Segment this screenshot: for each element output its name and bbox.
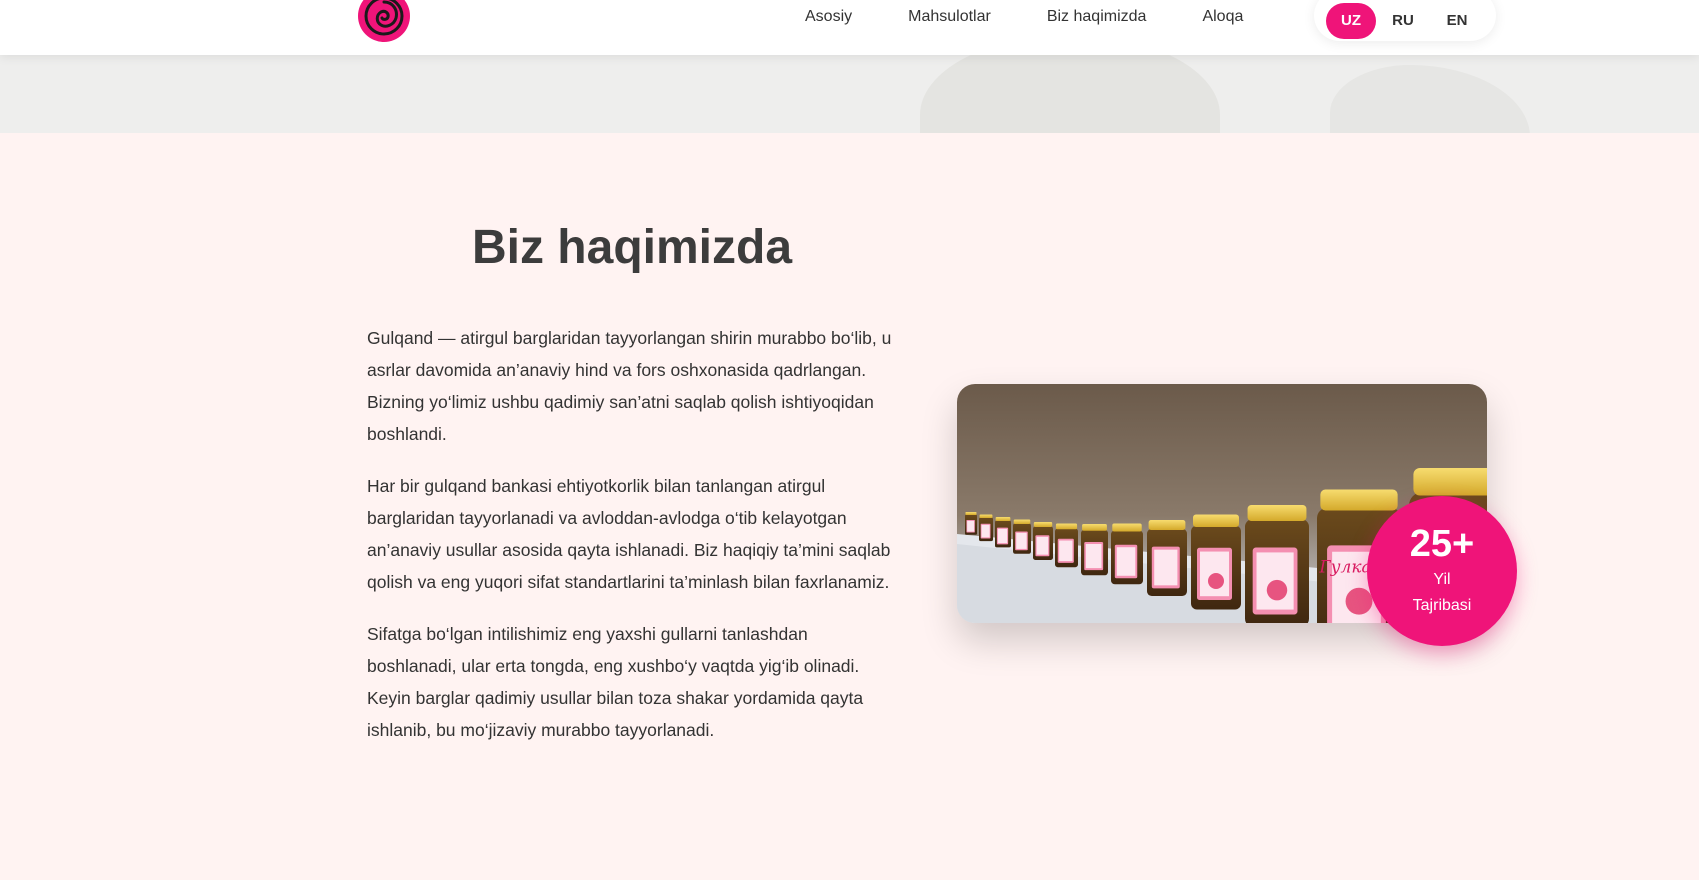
rose-logo-icon[interactable]: [358, 0, 410, 42]
nav-link-asosiy[interactable]: Asosiy: [805, 8, 852, 26]
badge-label-line1: Yil: [1433, 571, 1451, 588]
about-text: Gulqand — atirgul barglaridan tayyorlang…: [367, 322, 897, 766]
site-header: Asosiy Mahsulotlar Biz haqimizda Aloqa U…: [0, 0, 1699, 55]
nav-link-biz-haqimizda[interactable]: Biz haqimizda: [1047, 8, 1147, 26]
badge-label: Yil Tajribasi: [1413, 567, 1472, 619]
rose-icon: [1345, 587, 1373, 615]
about-paragraph: Gulqand — atirgul barglaridan tayyorlang…: [367, 328, 892, 444]
hero-decoration: [1330, 65, 1530, 133]
section-title: Biz haqimizda: [471, 221, 793, 274]
nav-link-aloqa[interactable]: Aloqa: [1202, 8, 1243, 26]
hero-decoration: [920, 55, 1220, 133]
jar-shape: [979, 514, 993, 542]
jar-shape: [1033, 522, 1053, 560]
main-nav: Asosiy Mahsulotlar Biz haqimizda Aloqa: [805, 0, 1243, 34]
lang-button-en[interactable]: EN: [1430, 3, 1484, 39]
jar-shape: [1013, 519, 1031, 554]
badge-label-line2: Tajribasi: [1412, 597, 1472, 614]
hero-background: [0, 55, 1699, 133]
badge-number: 25+: [1409, 523, 1475, 565]
experience-badge: 25+ Yil Tajribasi: [1367, 496, 1517, 646]
language-switcher: UZ RU EN: [1314, 0, 1496, 41]
lang-button-uz[interactable]: UZ: [1326, 2, 1376, 39]
rose-icon: [1266, 579, 1288, 601]
about-paragraph: Sifatga bo‘lgan intilishimiz eng yaxshi …: [367, 624, 864, 740]
jar-shape: [1081, 524, 1108, 576]
jar-shape: [1111, 523, 1143, 585]
rose-spiral-icon: [364, 0, 404, 36]
rose-icon: [1208, 573, 1224, 589]
nav-link-mahsulotlar[interactable]: Mahsulotlar: [908, 8, 991, 26]
jar-shape: [1147, 520, 1187, 596]
jar-shape: [965, 512, 977, 535]
lang-button-ru[interactable]: RU: [1376, 3, 1430, 39]
jar-shape: [1191, 514, 1241, 610]
jar-shape: [1245, 505, 1309, 623]
about-paragraph: Har bir gulqand bankasi ehtiyotkorlik bi…: [367, 476, 891, 592]
jar-shape: [1055, 523, 1078, 568]
jar-shape: [995, 517, 1011, 548]
